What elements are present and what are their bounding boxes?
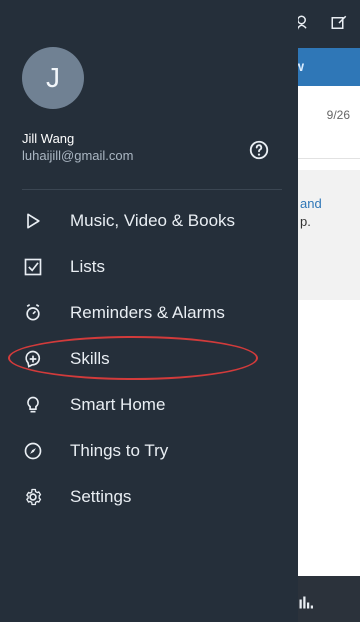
checkbox-icon [22,256,44,278]
background-top-icons [292,12,350,34]
avatar-initial: J [46,62,60,93]
background-card-text: p. [300,214,311,229]
compass-icon [22,440,44,462]
menu-item-label: Music, Video & Books [70,211,236,230]
navigation-drawer: J Jill Wang luhaijill@gmail.com Music, V… [0,0,298,622]
help-question-icon [249,140,269,160]
menu-item-skills[interactable]: Skills [0,336,298,382]
lightbulb-icon [22,394,44,416]
user-name: Jill Wang [22,131,75,146]
background-card-date: 9/26 [326,108,350,122]
app-screen: w 9/26 and p. J Jill Wang luhaijill@gmai… [0,0,360,622]
menu-item-label: Smart Home [70,395,166,414]
menu-item-label: Things to Try [70,441,169,460]
menu-item-music-video-books[interactable]: Music, Video & Books [0,198,298,244]
alarm-clock-icon [22,302,44,324]
menu-item-lists[interactable]: Lists [0,244,298,290]
equalizer-icon[interactable] [298,592,316,610]
play-icon [22,210,44,232]
drawer-menu: Music, Video & Books Lists Reminders & A… [0,198,298,520]
skills-plus-icon [22,348,44,370]
menu-item-smart-home[interactable]: Smart Home [0,382,298,428]
drawer-divider [22,189,282,190]
menu-item-reminders-alarms[interactable]: Reminders & Alarms [0,290,298,336]
edit-icon[interactable] [328,12,350,34]
menu-item-settings[interactable]: Settings [0,474,298,520]
user-email: luhaijill@gmail.com [22,148,134,163]
help-button[interactable] [246,137,272,163]
menu-item-label: Settings [70,487,132,506]
menu-item-label: Skills [70,349,110,368]
menu-item-things-to-try[interactable]: Things to Try [0,428,298,474]
gear-icon [22,486,44,508]
background-card-link[interactable]: and [300,196,322,211]
menu-item-label: Lists [70,257,105,276]
menu-item-label: Reminders & Alarms [70,303,225,322]
avatar[interactable]: J [22,47,84,109]
